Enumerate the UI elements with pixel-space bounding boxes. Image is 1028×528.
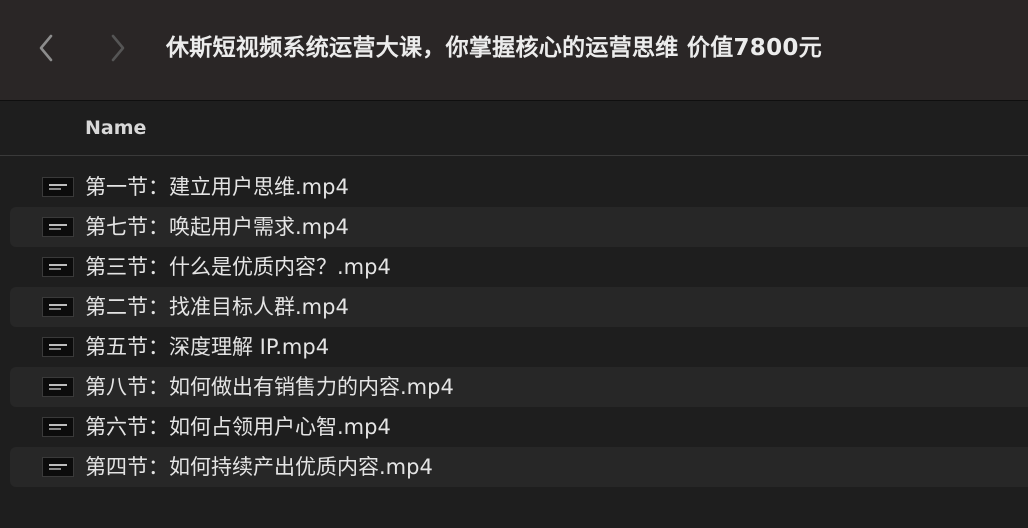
file-name: 第二节：找准目标人群.mp4 — [85, 295, 349, 319]
file-name: 第八节：如何做出有销售力的内容.mp4 — [85, 375, 454, 399]
file-name: 第三节：什么是优质内容？.mp4 — [85, 255, 391, 279]
file-name: 第四节：如何持续产出优质内容.mp4 — [85, 455, 433, 479]
file-row[interactable]: 第六节：如何占领用户心智.mp4 — [10, 407, 1028, 447]
video-file-icon — [42, 377, 74, 397]
file-row[interactable]: 第五节：深度理解 IP.mp4 — [10, 327, 1028, 367]
file-row[interactable]: 第七节：唤起用户需求.mp4 — [10, 207, 1028, 247]
file-name: 第一节：建立用户思维.mp4 — [85, 175, 349, 199]
file-name: 第七节：唤起用户需求.mp4 — [85, 215, 349, 239]
title-bar: 休斯短视频系统运营大课，你掌握核心的运营思维 价值7800元 — [0, 0, 1028, 101]
video-file-icon — [42, 177, 74, 197]
name-column-header[interactable]: Name — [85, 115, 146, 141]
file-name: 第五节：深度理解 IP.mp4 — [85, 335, 330, 359]
video-file-icon — [42, 417, 74, 437]
file-row[interactable]: 第四节：如何持续产出优质内容.mp4 — [10, 447, 1028, 487]
column-header: Name — [0, 101, 1028, 156]
file-row[interactable]: 第三节：什么是优质内容？.mp4 — [10, 247, 1028, 287]
window-title: 休斯短视频系统运营大课，你掌握核心的运营思维 价值7800元 — [166, 35, 823, 61]
back-button[interactable] — [28, 28, 64, 68]
file-row[interactable]: 第二节：找准目标人群.mp4 — [10, 287, 1028, 327]
video-file-icon — [42, 457, 74, 477]
file-list: 第一节：建立用户思维.mp4 第七节：唤起用户需求.mp4 第三节：什么是优质内… — [10, 167, 1028, 487]
video-file-icon — [42, 297, 74, 317]
chevron-left-icon — [39, 34, 53, 62]
forward-button[interactable] — [100, 28, 136, 68]
video-file-icon — [42, 257, 74, 277]
file-name: 第六节：如何占领用户心智.mp4 — [85, 415, 391, 439]
video-file-icon — [42, 337, 74, 357]
file-row[interactable]: 第八节：如何做出有销售力的内容.mp4 — [10, 367, 1028, 407]
file-row[interactable]: 第一节：建立用户思维.mp4 — [10, 167, 1028, 207]
video-file-icon — [42, 217, 74, 237]
finder-window: 休斯短视频系统运营大课，你掌握核心的运营思维 价值7800元 Name 第一节：… — [0, 0, 1028, 528]
chevron-right-icon — [111, 34, 125, 62]
